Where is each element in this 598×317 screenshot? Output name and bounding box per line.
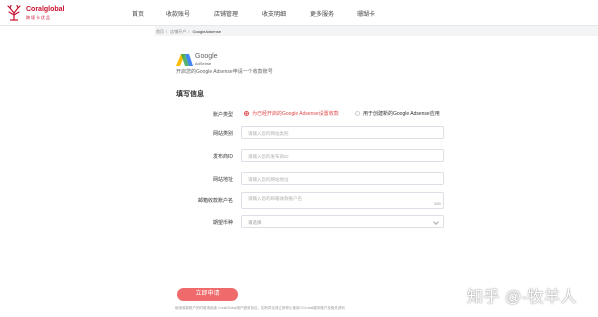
apply-button[interactable]: 立即申请 xyxy=(177,288,238,301)
website-url-label: 网站地址 xyxy=(212,177,233,183)
radio-unselected-icon xyxy=(355,111,360,117)
left-panel xyxy=(0,26,155,317)
nav-item-store-management[interactable]: 店铺管理 xyxy=(214,9,238,18)
website-category-label: 网站类别 xyxy=(212,131,233,137)
adsense-triangle-icon xyxy=(176,54,193,66)
payee-account-label: 邮箱收款账户名 xyxy=(197,198,233,204)
radio-existing-adsense[interactable]: 为已经开启的Google Adsense设置收款 xyxy=(244,110,339,118)
brand-tagline: 跨境卡优品 xyxy=(26,15,51,20)
coral-logo-icon xyxy=(7,5,21,21)
account-type-label: 账户类型 xyxy=(212,112,233,118)
adsense-logo-adsense: AdSense xyxy=(195,61,212,66)
website-category-input[interactable]: 请输入您的网站类别 xyxy=(241,126,444,139)
publisher-id-input[interactable]: 请输入您的发布商ID xyxy=(241,149,444,162)
breadcrumb: 首页 / 店铺开户 / GoogleAdsense xyxy=(155,26,598,36)
website-url-input[interactable]: 请输入您的网站地址 xyxy=(241,172,444,185)
breadcrumb-store-opening[interactable]: 店铺开户 xyxy=(170,29,186,34)
payee-account-textarea[interactable]: 请输入您的邮箱收款账户名 0/60 xyxy=(241,192,444,209)
adsense-description: 开启您的Google Adsense申请一个收款账号 xyxy=(176,69,273,75)
currency-select-value: 请选择 xyxy=(248,220,262,225)
watermark: 知乎 @-牧羊人 xyxy=(467,289,578,306)
nav-item-coral-card[interactable]: 珊瑚卡 xyxy=(357,9,375,18)
currency-label: 期望币种 xyxy=(212,220,233,226)
breadcrumb-home[interactable]: 首页 xyxy=(156,29,164,34)
publisher-id-label: 发布商ID xyxy=(212,154,233,160)
payee-account-placeholder: 请输入您的邮箱收款账户名 xyxy=(248,196,302,201)
section-title: 填写信息 xyxy=(176,91,204,98)
top-navbar: Coralglobal 跨境卡优品 首页 收款账号 店铺管理 收支明细 更多服务… xyxy=(0,0,598,26)
radio-new-adsense[interactable]: 用于创建新的Google Adsense应用 xyxy=(355,110,440,118)
footnote: 使用收款账户的时候请阅读 CoralGlobal用户服务协议，如有异议请立即停止… xyxy=(175,306,345,310)
nav-item-more-services[interactable]: 更多服务 xyxy=(310,9,334,18)
currency-select[interactable]: 请选择 xyxy=(241,215,444,228)
radio-new-adsense-label: 用于创建新的Google Adsense应用 xyxy=(363,111,440,117)
breadcrumb-current: GoogleAdsense xyxy=(192,29,221,34)
brand-name: Coralglobal xyxy=(26,6,65,13)
char-counter: 0/60 xyxy=(434,202,441,206)
radio-selected-icon xyxy=(244,111,249,117)
adsense-logo: Google AdSense xyxy=(176,53,236,67)
nav-item-home[interactable]: 首页 xyxy=(132,9,144,18)
radio-existing-adsense-label: 为已经开启的Google Adsense设置收款 xyxy=(252,111,339,117)
nav-item-receiving-accounts[interactable]: 收款账号 xyxy=(166,9,190,18)
adsense-logo-google: Google xyxy=(195,53,218,60)
chevron-down-icon xyxy=(433,219,439,225)
main-content: 首页 / 店铺开户 / GoogleAdsense Google AdSense 开… xyxy=(155,26,598,317)
brand-logo[interactable]: Coralglobal 跨境卡优品 xyxy=(6,5,66,23)
nav-item-transactions[interactable]: 收支明细 xyxy=(262,9,286,18)
